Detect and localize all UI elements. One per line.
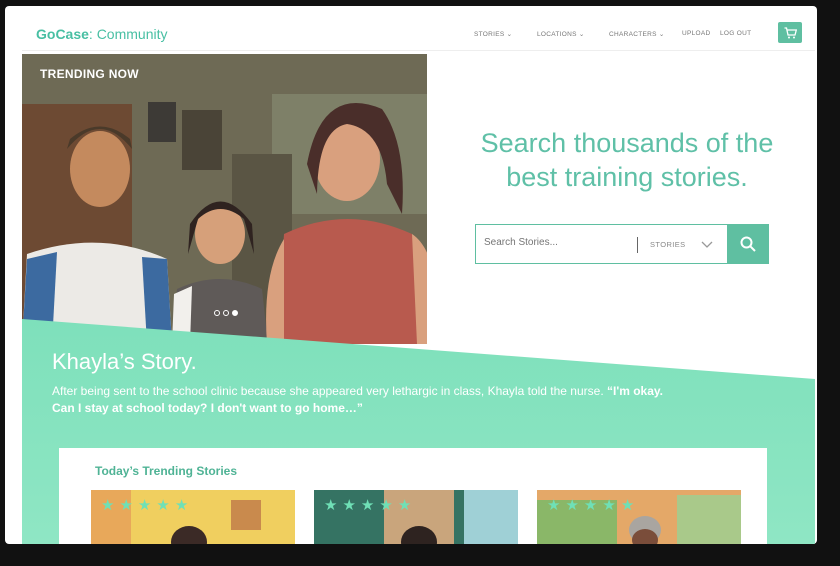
star-rating: ★ ★ ★ ★ ★ <box>324 496 411 514</box>
search-input[interactable] <box>482 236 626 249</box>
search-icon <box>740 236 756 252</box>
cart-icon <box>784 26 797 38</box>
star-icon: ★ <box>174 497 189 514</box>
top-nav: GoCase: Community STORIES ⌄ LOCATIONS ⌄ … <box>22 14 815 51</box>
nav-stories[interactable]: STORIES ⌄ <box>474 30 512 38</box>
nav-upload[interactable]: UPLOAD <box>682 30 711 37</box>
star-icon: ★ <box>324 497 338 514</box>
story-description-text: After being sent to the school clinic be… <box>52 384 607 398</box>
star-icon: ★ <box>583 497 598 514</box>
star-icon: ★ <box>379 497 393 514</box>
brand-logo[interactable]: GoCase: Community <box>36 26 168 42</box>
chevron-down-icon: ⌄ <box>658 31 665 38</box>
star-icon: ★ <box>342 497 356 514</box>
nav-logout[interactable]: LOG OUT <box>720 30 751 37</box>
nav-stories-label: STORIES <box>474 31 505 38</box>
search-divider <box>637 237 638 253</box>
brand-rest: : Community <box>88 26 168 42</box>
star-rating: ★ ★ ★ ★ ★ <box>547 496 634 514</box>
search-headline: Search thousands of the best training st… <box>442 126 812 194</box>
trending-panel: Today’s Trending Stories ★ ★ ★ ★ ★ ★ ★ ★ ★ ★ <box>59 448 767 544</box>
star-icon: ★ <box>137 497 152 514</box>
star-icon: ★ <box>397 497 412 514</box>
app-screen: GoCase: Community STORIES ⌄ LOCATIONS ⌄ … <box>22 14 815 544</box>
star-rating: ★ ★ ★ ★ ★ <box>101 496 188 514</box>
headline-line-1: Search thousands of the <box>480 128 774 158</box>
cart-button[interactable] <box>778 22 802 43</box>
chevron-down-icon: ⌄ <box>506 31 513 38</box>
trending-now-label: TRENDING NOW <box>40 67 139 81</box>
nav-characters-label: CHARACTERS <box>609 31 657 38</box>
nav-characters[interactable]: CHARACTERS ⌄ <box>609 30 665 38</box>
brand-bold: GoCase <box>36 26 89 42</box>
story-card-2[interactable]: ★ ★ ★ ★ ★ <box>314 490 518 544</box>
star-icon: ★ <box>156 497 170 514</box>
search-category-select[interactable]: STORIES <box>650 240 686 249</box>
hero-illustration <box>22 54 427 344</box>
star-icon: ★ <box>360 497 375 514</box>
nav-locations-label: LOCATIONS <box>537 31 577 38</box>
search-bar: STORIES <box>475 224 767 264</box>
story-card-3[interactable]: ★ ★ ★ ★ ★ <box>537 490 741 544</box>
star-icon: ★ <box>620 497 635 514</box>
trending-stories-title: Today’s Trending Stories <box>95 464 238 478</box>
star-icon: ★ <box>547 497 561 514</box>
chevron-down-icon: ⌄ <box>578 31 585 38</box>
star-icon: ★ <box>602 497 616 514</box>
search-button[interactable] <box>727 224 769 264</box>
story-description: After being sent to the school clinic be… <box>52 383 672 417</box>
star-icon: ★ <box>119 497 133 514</box>
hero-carousel-image[interactable]: TRENDING NOW <box>22 54 427 344</box>
nav-locations[interactable]: LOCATIONS ⌄ <box>537 30 585 38</box>
browser-frame: GoCase: Community STORIES ⌄ LOCATIONS ⌄ … <box>5 6 817 544</box>
story-card-1[interactable]: ★ ★ ★ ★ ★ <box>91 490 295 544</box>
story-title[interactable]: Khayla’s Story. <box>52 349 197 375</box>
headline-line-2: best training stories. <box>506 162 748 192</box>
chevron-down-icon[interactable] <box>700 237 714 251</box>
star-icon: ★ <box>101 497 115 514</box>
star-icon: ★ <box>565 497 579 514</box>
